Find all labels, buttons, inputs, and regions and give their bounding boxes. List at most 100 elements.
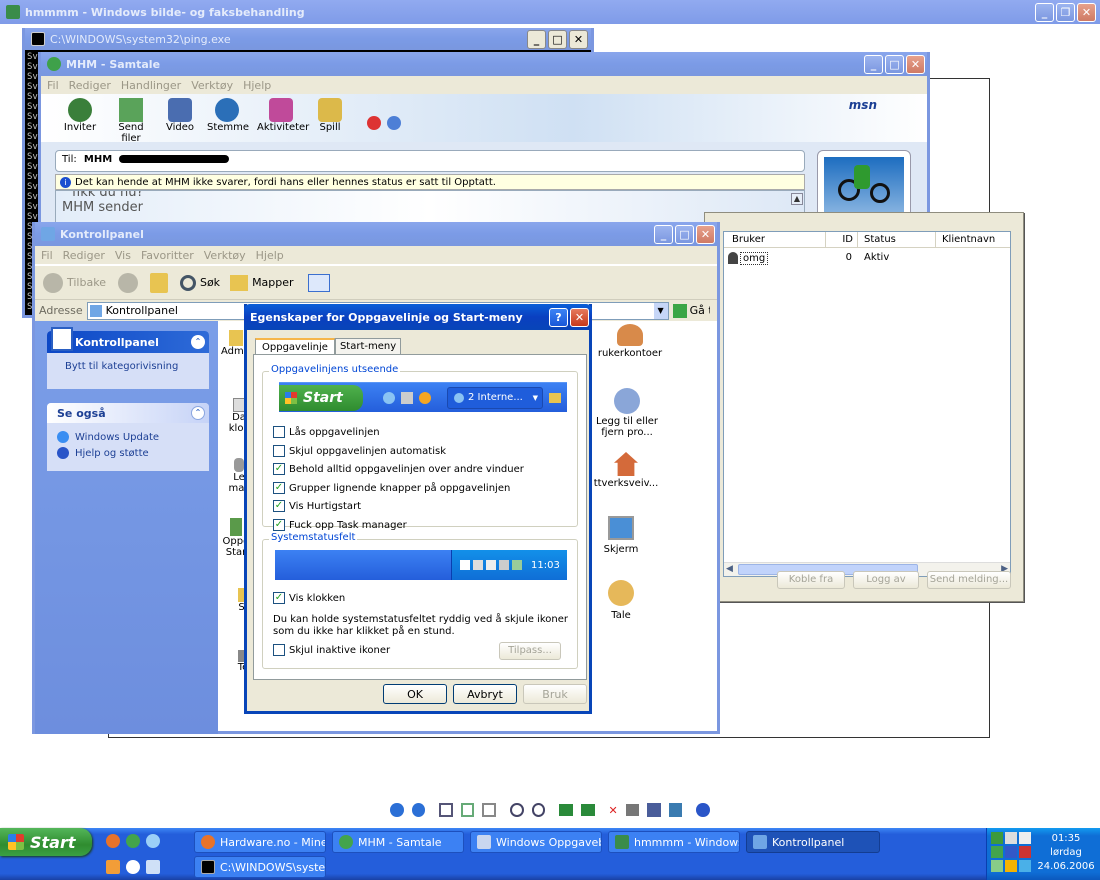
zoom-out-icon[interactable] xyxy=(531,803,546,817)
apply-button[interactable]: Bruk xyxy=(523,684,587,704)
go-icon[interactable] xyxy=(672,303,687,318)
checkbox-on-top[interactable]: ✓ xyxy=(273,463,285,475)
tray-app-icon-5[interactable] xyxy=(1019,860,1031,872)
quicklaunch-player-icon[interactable] xyxy=(126,860,140,874)
previous-image-icon[interactable] xyxy=(390,803,404,817)
help-icon[interactable] xyxy=(696,803,710,817)
cp-menu-view[interactable]: Vis xyxy=(115,249,131,262)
video-button[interactable]: Video xyxy=(163,98,197,144)
see-also-header[interactable]: Se også ⌃ xyxy=(47,403,209,423)
tray-app-icon-2[interactable] xyxy=(1019,846,1031,858)
cp-close-button[interactable]: ✕ xyxy=(696,224,715,244)
invite-button[interactable]: Inviter xyxy=(61,98,99,144)
collapse-chevron-icon-2[interactable]: ⌃ xyxy=(191,406,205,420)
send-message-button[interactable]: Send melding... xyxy=(927,571,1011,589)
block-icon[interactable] xyxy=(367,116,381,130)
ping-window-titlebar[interactable]: C:\WINDOWS\system32\ping.exe _ □ ✕ xyxy=(25,28,591,50)
edit-icon[interactable] xyxy=(668,803,683,817)
col-id[interactable]: ID xyxy=(826,232,858,247)
ping-close-button[interactable]: ✕ xyxy=(569,29,588,49)
voice-button[interactable]: Stemme xyxy=(207,98,249,144)
rotate-clockwise-icon[interactable] xyxy=(559,804,573,816)
cp-menu-favorites[interactable]: Favoritter xyxy=(141,249,194,262)
cp-icon-network-wizard[interactable]: ttverksveiv... xyxy=(591,452,661,489)
chat-scrollbar-up[interactable]: ▲ xyxy=(791,193,803,205)
cp-icon-user-accounts[interactable]: rukerkontoer xyxy=(595,324,665,359)
cancel-button[interactable]: Avbryt xyxy=(453,684,517,704)
folders-label[interactable]: Mapper xyxy=(252,276,294,289)
slideshow-icon[interactable] xyxy=(482,803,497,817)
table-row[interactable]: omg 0 Aktiv xyxy=(724,250,1010,266)
checkbox-hide-inactive[interactable] xyxy=(273,644,285,656)
send-files-button[interactable]: Send filer xyxy=(109,98,153,144)
background-icon[interactable] xyxy=(387,116,401,130)
dialog-close-button[interactable]: ✕ xyxy=(570,307,589,327)
cp-menu-help[interactable]: Hjelp xyxy=(256,249,284,262)
option-always-on-top[interactable]: ✓ Behold alltid oppgavelinjen over andre … xyxy=(273,461,524,480)
option-hide-inactive[interactable]: Skjul inaktive ikoner xyxy=(273,644,390,656)
sidebar-panel-header[interactable]: Kontrollpanel ⌃ xyxy=(47,327,209,353)
task-msn[interactable]: MHM - Samtale xyxy=(332,831,464,853)
views-icon[interactable] xyxy=(307,273,330,292)
actual-size-icon[interactable] xyxy=(460,803,475,817)
cp-icon-speech[interactable]: Tale xyxy=(601,580,641,621)
tray-msn-icon[interactable] xyxy=(991,846,1003,858)
option-lock-taskbar[interactable]: Lås oppgavelinjen xyxy=(273,424,524,443)
minimize-button[interactable]: _ xyxy=(1035,2,1054,22)
ping-minimize-button[interactable]: _ xyxy=(527,29,546,49)
address-dropdown-icon[interactable]: ▼ xyxy=(653,302,668,319)
tab-taskbar[interactable]: Oppgavelinje xyxy=(255,338,335,355)
task-taskbar-properties[interactable]: Windows Oppgavebe... xyxy=(470,831,602,853)
folders-icon[interactable] xyxy=(230,274,249,291)
collapse-chevron-icon[interactable]: ⌃ xyxy=(191,335,205,349)
cp-menu-file[interactable]: Fil xyxy=(41,249,53,262)
quicklaunch-msn-icon[interactable] xyxy=(126,834,140,848)
checkbox-lock[interactable] xyxy=(273,426,285,438)
start-button[interactable]: Start xyxy=(0,828,92,856)
msn-menu-tools[interactable]: Verktøy xyxy=(191,79,233,92)
close-button[interactable]: ✕ xyxy=(1077,2,1096,22)
tray-app-icon-1[interactable] xyxy=(1005,846,1017,858)
task-cmd[interactable]: C:\WINDOWS\syste... xyxy=(194,856,326,878)
msn-titlebar[interactable]: MHM - Samtale _ □ ✕ xyxy=(41,52,927,76)
option-quick-launch[interactable]: ✓ Vis Hurtigstart xyxy=(273,498,524,517)
logoff-button[interactable]: Logg av xyxy=(853,571,919,589)
task-hardware[interactable]: Hardware.no - Mine i... xyxy=(194,831,326,853)
col-client[interactable]: Klientnavn xyxy=(936,232,1010,247)
tray-app-icon-3[interactable] xyxy=(991,860,1003,872)
col-status[interactable]: Status xyxy=(858,232,936,247)
checkbox-show-clock[interactable]: ✓ xyxy=(273,592,285,604)
tray-clock[interactable]: 01:35 lørdag 24.06.2006 xyxy=(1035,832,1097,874)
task-control-panel[interactable]: Kontrollpanel xyxy=(746,831,880,853)
cp-icon-add-remove[interactable]: Legg til eller fjern pro... xyxy=(591,388,663,438)
option-autohide[interactable]: Skjul oppgavelinjen automatisk xyxy=(273,443,524,462)
search-label[interactable]: Søk xyxy=(200,276,220,289)
msn-menu-actions[interactable]: Handlinger xyxy=(121,79,181,92)
task-image-viewer[interactable]: hmmmm - Windows bil... xyxy=(608,831,740,853)
switch-category-view-link[interactable]: Bytt til kategorivisning xyxy=(65,361,209,372)
delete-icon[interactable]: ✕ xyxy=(609,804,618,817)
msn-menu-help[interactable]: Hjelp xyxy=(243,79,271,92)
dialog-help-button[interactable]: ? xyxy=(549,307,568,327)
up-folder-icon[interactable] xyxy=(149,272,168,293)
dialog-titlebar[interactable]: Egenskaper for Oppgavelinje og Start-men… xyxy=(244,304,592,330)
activities-button[interactable]: Aktiviteter xyxy=(257,98,309,144)
msn-minimize-button[interactable]: _ xyxy=(864,54,883,74)
go-label[interactable]: Gå ti xyxy=(690,304,710,317)
maximize-button[interactable]: ❐ xyxy=(1056,2,1075,22)
quicklaunch-ie-icon[interactable] xyxy=(146,834,160,848)
control-panel-titlebar[interactable]: Kontrollpanel _ □ ✕ xyxy=(35,222,717,246)
games-button[interactable]: Spill xyxy=(315,98,345,144)
cp-maximize-button[interactable]: □ xyxy=(675,224,694,244)
tray-network-icon[interactable] xyxy=(991,832,1003,844)
checkbox-autohide[interactable] xyxy=(273,444,285,457)
option-show-clock[interactable]: ✓ Vis klokken xyxy=(273,592,345,604)
save-icon[interactable] xyxy=(647,803,661,817)
tab-start-menu[interactable]: Start-meny xyxy=(334,338,402,354)
forward-icon[interactable] xyxy=(117,272,138,293)
zoom-in-icon[interactable] xyxy=(510,803,524,817)
scroll-left-icon[interactable]: ◀ xyxy=(726,564,733,574)
quicklaunch-firefox-icon[interactable] xyxy=(106,834,120,848)
quicklaunch-media-icon[interactable] xyxy=(106,860,120,874)
next-image-icon[interactable] xyxy=(411,803,426,817)
